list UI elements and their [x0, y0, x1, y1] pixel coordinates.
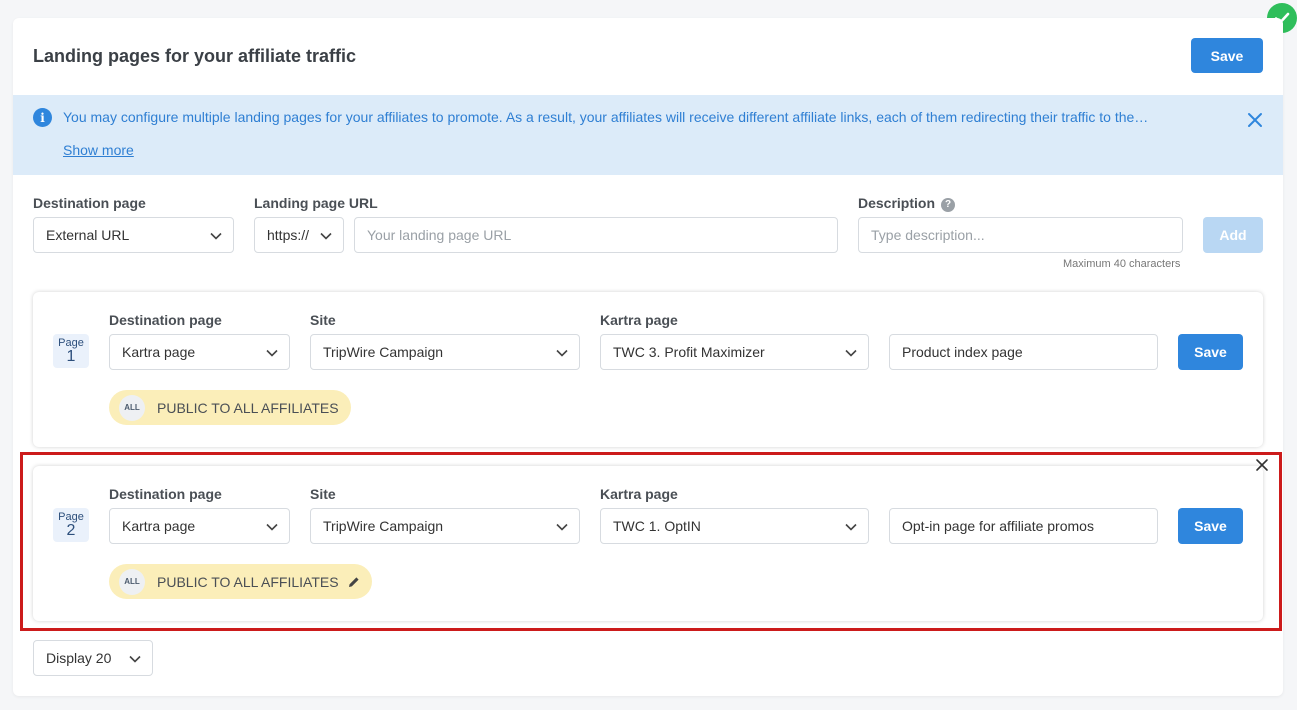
description-input[interactable]: Type description...	[858, 217, 1183, 253]
row-destination-value: Kartra page	[122, 344, 196, 360]
destination-page-value: External URL	[46, 227, 130, 243]
page-title: Landing pages for your affiliate traffic	[33, 46, 357, 66]
add-button[interactable]: Add	[1203, 217, 1263, 253]
chevron-down-icon	[556, 349, 568, 357]
close-icon[interactable]	[1245, 110, 1265, 130]
row-site-select[interactable]: TripWire Campaign	[310, 334, 580, 370]
row-destination-label: Destination page	[109, 312, 222, 328]
visibility-text: PUBLIC TO ALL AFFILIATES	[157, 399, 339, 416]
show-more-link[interactable]: Show more	[63, 142, 134, 158]
info-banner: i You may configure multiple landing pag…	[13, 95, 1283, 175]
info-icon: i	[33, 108, 52, 127]
row-site-label: Site	[310, 312, 336, 328]
visibility-pill[interactable]: ALL PUBLIC TO ALL AFFILIATES	[109, 390, 351, 425]
row-save-button[interactable]: Save	[1178, 334, 1243, 370]
all-avatar: ALL	[119, 394, 145, 421]
description-label-text: Description	[858, 195, 936, 211]
remove-row-close-icon[interactable]	[1255, 458, 1269, 472]
row-kartra-value: TWC 3. Profit Maximizer	[613, 344, 765, 360]
destination-page-select[interactable]: External URL	[33, 217, 234, 253]
row-destination-select[interactable]: Kartra page	[109, 334, 290, 370]
display-count-value: Display 20	[46, 650, 112, 666]
row-kartra-label: Kartra page	[600, 312, 678, 328]
landing-page-row: Page 1 Destination page Kartra page Site…	[33, 292, 1263, 447]
page-badge-number: 1	[66, 348, 76, 365]
chevron-down-icon	[266, 349, 278, 357]
landing-url-input[interactable]: Your landing page URL	[354, 217, 838, 253]
chevron-down-icon	[210, 232, 222, 240]
destination-page-label: Destination page	[33, 195, 146, 211]
row-description-input[interactable]: Product index page	[889, 334, 1158, 370]
description-label: Description?	[858, 195, 956, 212]
header-save-button[interactable]: Save	[1191, 38, 1263, 73]
help-icon[interactable]: ?	[941, 197, 956, 212]
info-text: You may configure multiple landing pages…	[63, 109, 1149, 125]
chevron-down-icon	[320, 232, 332, 240]
landing-url-label: Landing page URL	[254, 195, 378, 211]
max-characters-note: Maximum 40 characters	[1063, 258, 1181, 270]
chevron-down-icon	[129, 655, 141, 663]
row-kartra-select[interactable]: TWC 3. Profit Maximizer	[600, 334, 869, 370]
display-count-select[interactable]: Display 20	[33, 640, 153, 676]
highlight-box	[20, 452, 1282, 631]
protocol-value: https://	[267, 227, 310, 243]
row-site-value: TripWire Campaign	[323, 344, 444, 360]
chevron-down-icon	[845, 349, 857, 357]
protocol-select[interactable]: https://	[254, 217, 344, 253]
page-badge: Page 1	[53, 334, 89, 368]
